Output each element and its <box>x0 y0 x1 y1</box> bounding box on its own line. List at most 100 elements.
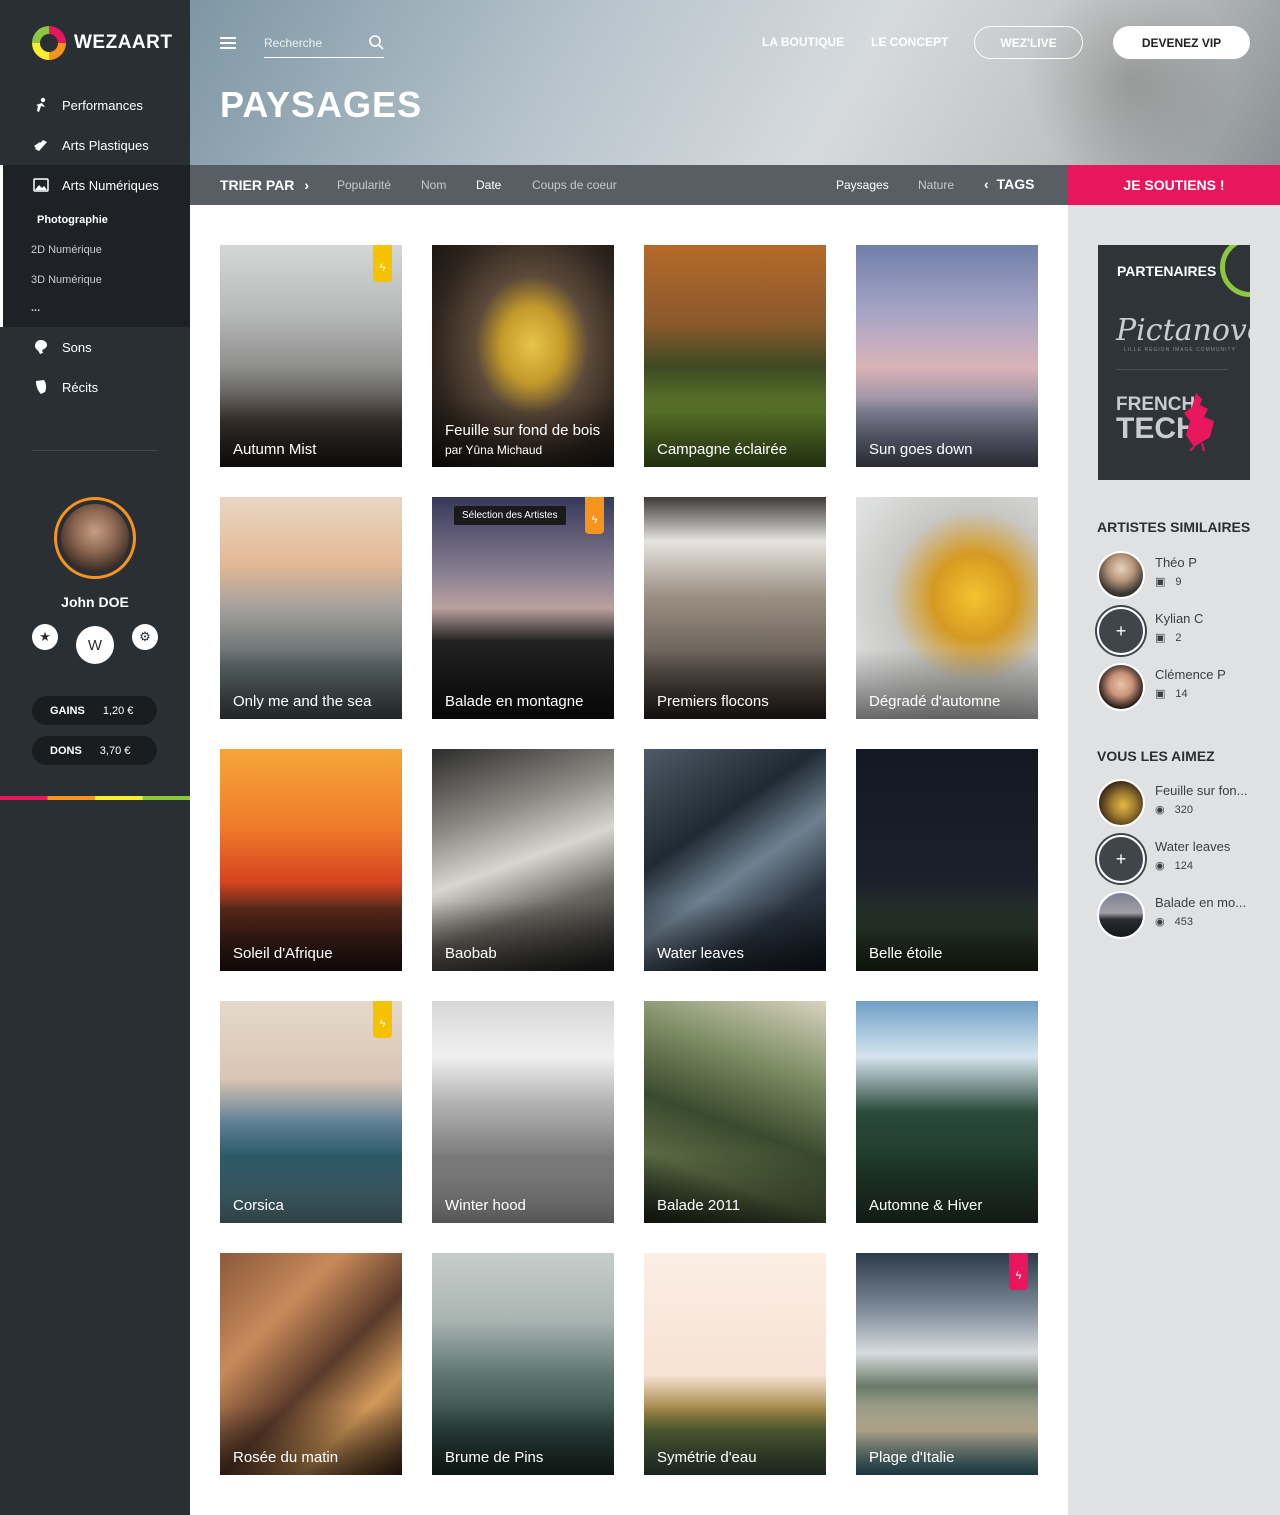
partners-box: PARTENAIRES Pictanovo LILLE RÉGION IMAGE… <box>1098 245 1250 480</box>
artwork-card[interactable]: Automne & Hiver <box>856 1001 1038 1223</box>
search-input[interactable] <box>264 30 364 56</box>
artwork-card[interactable]: Brume de Pins <box>432 1253 614 1475</box>
liked-thumb <box>1097 779 1145 827</box>
right-column: PARTENAIRES Pictanovo LILLE RÉGION IMAGE… <box>1068 205 1280 1515</box>
vip-button[interactable]: DEVENEZ VIP <box>1113 26 1250 59</box>
gains-label: GAINS <box>50 704 85 717</box>
brand-logo[interactable]: WEZAART <box>32 26 172 60</box>
artist-item[interactable]: Théo P ▣ 9 <box>1097 551 1267 599</box>
artwork-card[interactable]: Balade 2011 <box>644 1001 826 1223</box>
artwork-title: Autumn Mist <box>233 441 317 458</box>
bookmark-badge-icon[interactable]: ϟ <box>1009 1253 1028 1290</box>
rooster-icon <box>1184 393 1214 451</box>
eye-icon: ◉ <box>1155 916 1165 928</box>
liked-item[interactable]: Balade en mo... ◉ 453 <box>1097 891 1267 939</box>
wezaart-button[interactable]: W <box>76 626 114 664</box>
tags-toggle[interactable]: ‹ TAGS <box>984 176 1035 192</box>
settings-button[interactable]: ⚙ <box>132 624 158 650</box>
artwork-title: Plage d'Italie <box>869 1449 955 1466</box>
subnav-item-more[interactable]: ... <box>3 295 190 321</box>
app: WEZAART Performances Arts Plastiques Art… <box>0 0 1280 1515</box>
tag-nature[interactable]: Nature <box>918 178 954 192</box>
artwork-card[interactable]: Feuille sur fond de bois par Yûna Michaud <box>432 245 614 467</box>
sort-label: TRIER PAR › <box>220 177 309 193</box>
sound-icon <box>32 338 50 356</box>
user-name: John DOE <box>61 594 129 610</box>
pictanovo-logo[interactable]: Pictanovo <box>1116 313 1250 348</box>
artwork-card[interactable]: Corsica ϟ <box>220 1001 402 1223</box>
sort-nom[interactable]: Nom <box>421 178 446 192</box>
gallery-icon: ▣ <box>1155 632 1166 644</box>
sort-date[interactable]: Date <box>476 178 501 192</box>
nav-item-performances[interactable]: Performances <box>0 85 190 125</box>
artist-count: ▣ 9 <box>1155 575 1182 589</box>
artwork-card[interactable]: Premiers flocons <box>644 497 826 719</box>
liked-item[interactable]: Feuille sur fon... ◉ 320 <box>1097 779 1267 827</box>
gear-icon: ⚙ <box>139 629 151 644</box>
artwork-title: Dégradé d'automne <box>869 693 1001 710</box>
artwork-title: Belle étoile <box>869 945 943 962</box>
subnav-item-photographie[interactable]: Photographie <box>0 205 190 235</box>
support-button[interactable]: JE SOUTIENS ! <box>1068 165 1280 205</box>
sidebar: WEZAART Performances Arts Plastiques Art… <box>0 0 190 1515</box>
artwork-title: Baobab <box>445 945 497 962</box>
search-icon[interactable] <box>368 34 384 50</box>
bookmark-badge-icon[interactable]: ϟ <box>585 497 604 534</box>
sort-coups-de-coeur[interactable]: Coups de coeur <box>532 178 617 192</box>
user-avatar-frame[interactable] <box>54 497 136 579</box>
user-actions: ★ W ⚙ <box>32 624 158 664</box>
nav-label: Performances <box>62 97 143 113</box>
artist-name: Théo P <box>1155 555 1197 570</box>
artwork-card[interactable]: Rosée du matin <box>220 1253 402 1475</box>
nav-item-recits[interactable]: Récits <box>0 367 190 407</box>
menu-icon[interactable] <box>220 37 236 49</box>
tags-label: TAGS <box>996 176 1035 192</box>
tag-paysages[interactable]: Paysages <box>836 178 889 192</box>
nav-item-arts-plastiques[interactable]: Arts Plastiques <box>0 125 190 165</box>
artwork-card[interactable]: Baobab <box>432 749 614 971</box>
artwork-title: Rosée du matin <box>233 1449 339 1466</box>
artwork-title: Balade en montagne <box>445 693 584 710</box>
artwork-card[interactable]: Balade en montagne ϟ Sélection des Artiste… <box>432 497 614 719</box>
chevron-left-icon: ‹ <box>984 176 989 192</box>
artwork-card[interactable]: Symétrie d'eau <box>644 1253 826 1475</box>
liked-name: Balade en mo... <box>1155 895 1247 910</box>
gallery-icon: ▣ <box>1155 576 1166 588</box>
artwork-card[interactable]: Campagne éclairée <box>644 245 826 467</box>
subnav-item-2d[interactable]: 2D Numérique <box>3 235 190 265</box>
gallery-icon: ▣ <box>1155 688 1166 700</box>
artwork-title: Premiers flocons <box>657 693 769 710</box>
sort-popularite[interactable]: Popularité <box>337 178 391 192</box>
artist-item[interactable]: Clémence P ▣ 14 <box>1097 663 1267 711</box>
bookmark-badge-icon[interactable]: ϟ <box>373 1001 392 1038</box>
subnav-item-3d[interactable]: 3D Numérique <box>3 265 190 295</box>
artwork-card[interactable]: Soleil d'Afrique <box>220 749 402 971</box>
chevron-right-icon: › <box>304 177 309 193</box>
bookmark-badge-icon[interactable]: ϟ <box>373 245 392 282</box>
add-artist-avatar: + <box>1097 607 1145 655</box>
eye-icon: ◉ <box>1155 860 1165 872</box>
nav-boutique[interactable]: LA BOUTIQUE <box>762 35 844 49</box>
artwork-card[interactable]: Only me and the sea <box>220 497 402 719</box>
artwork-card[interactable]: Water leaves <box>644 749 826 971</box>
liked-item[interactable]: + Water leaves ◉ 124 <box>1097 835 1267 883</box>
artwork-card[interactable]: Sun goes down <box>856 245 1038 467</box>
artwork-card[interactable]: Belle étoile <box>856 749 1038 971</box>
liked-views: ◉ 320 <box>1155 803 1193 817</box>
artwork-card[interactable]: Dégradé d'automne <box>856 497 1038 719</box>
favorites-button[interactable]: ★ <box>32 624 58 650</box>
liked-views: ◉ 453 <box>1155 915 1193 929</box>
artwork-title: Soleil d'Afrique <box>233 945 333 962</box>
artwork-card[interactable]: Autumn Mist ϟ <box>220 245 402 467</box>
artwork-title: Water leaves <box>657 945 744 962</box>
wezlive-button[interactable]: WEZ'LIVE <box>974 26 1083 59</box>
nav-item-sons[interactable]: Sons <box>0 327 190 367</box>
nav-item-arts-numeriques[interactable]: Arts Numériques <box>0 165 190 205</box>
artist-item[interactable]: + Kylian C ▣ 2 <box>1097 607 1267 655</box>
artwork-card[interactable]: Winter hood <box>432 1001 614 1223</box>
liked-views-value: 124 <box>1174 859 1193 872</box>
decorative-arc <box>1220 245 1250 297</box>
nav-concept[interactable]: LE CONCEPT <box>871 35 948 49</box>
partners-title: PARTENAIRES <box>1117 263 1217 279</box>
artwork-card[interactable]: Plage d'Italie ϟ <box>856 1253 1038 1475</box>
